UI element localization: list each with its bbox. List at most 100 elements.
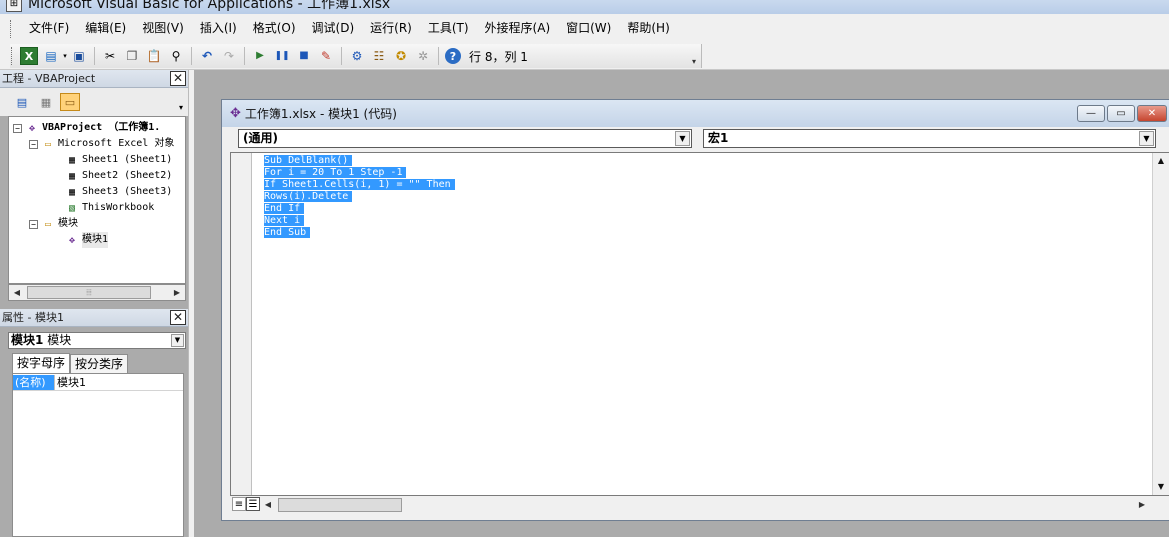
redo-icon[interactable]: ↷ (220, 47, 238, 65)
undo-icon[interactable]: ↶ (198, 47, 216, 65)
tree-item-sheet3[interactable]: ▦ Sheet3 (Sheet3) (65, 184, 172, 200)
properties-icon[interactable]: ☷ (370, 47, 388, 65)
menu-debug[interactable]: 调试(D) (304, 14, 363, 43)
code-line[interactable]: Next i (264, 215, 455, 227)
property-row[interactable]: (名称) 模块1 (13, 375, 183, 391)
tree-item-thisworkbook[interactable]: ▧ ThisWorkbook (65, 200, 154, 216)
collapse-icon[interactable]: − (13, 123, 22, 133)
menu-run[interactable]: 运行(R) (362, 14, 420, 43)
menu-file[interactable]: 文件(F) (21, 14, 77, 43)
menu-window[interactable]: 窗口(W) (558, 14, 619, 43)
chevron-down-icon[interactable]: ▼ (1139, 131, 1154, 146)
code-line[interactable]: Rows(i).Delete (264, 191, 455, 203)
design-mode-icon[interactable]: ✎ (317, 47, 335, 65)
maximize-icon[interactable]: ▭ (1107, 105, 1135, 122)
scrollbar-thumb[interactable] (278, 498, 402, 512)
insert-dropdown-icon[interactable]: ▾ (62, 47, 68, 65)
excel-icon[interactable]: X (20, 47, 38, 65)
view-object-icon[interactable]: ▦ (36, 93, 56, 111)
minimize-icon[interactable]: — (1077, 105, 1105, 122)
code-line[interactable]: If Sheet1.Cells(i, 1) = "" Then (264, 179, 455, 191)
tab-categorized[interactable]: 按分类序 (70, 354, 129, 373)
code-line[interactable]: Sub DelBlank() (264, 155, 455, 167)
scroll-down-icon[interactable]: ▼ (1153, 479, 1169, 495)
code-line[interactable]: End If (264, 203, 455, 215)
code-hscrollbar[interactable]: ◀ ▶ (260, 497, 1150, 513)
run-icon[interactable]: ▶ (251, 47, 269, 65)
help-icon[interactable]: ? (445, 48, 461, 64)
scroll-up-icon[interactable]: ▲ (1153, 153, 1169, 169)
object-browser-icon[interactable]: ✪ (392, 47, 410, 65)
close-icon[interactable]: ✕ (170, 310, 186, 325)
code-line[interactable]: For i = 20 To 1 Step -1 (264, 167, 455, 179)
tree-item-modules[interactable]: − ▭ 模块 (29, 216, 78, 232)
menu-grip[interactable] (10, 19, 13, 38)
tree-item-label: Sheet2 (Sheet2) (82, 170, 173, 181)
scroll-right-icon[interactable]: ▶ (169, 285, 185, 300)
collapse-icon[interactable]: − (29, 139, 38, 149)
close-icon[interactable]: ✕ (170, 71, 186, 86)
reset-icon[interactable]: ■ (295, 47, 313, 65)
copy-icon[interactable]: ❐ (123, 47, 141, 65)
tree-item-label: ThisWorkbook (82, 202, 155, 213)
tree-item-module1[interactable]: ✥ 模块1 (65, 232, 109, 248)
scrollbar-thumb[interactable]: ⦙⦙⦙ (27, 286, 151, 299)
worksheet-icon: ▦ (68, 170, 76, 182)
menu-help[interactable]: 帮助(H) (619, 14, 677, 43)
chevron-down-icon[interactable]: ▼ (171, 334, 184, 347)
tree-item-label: Sheet1 (Sheet1) (82, 154, 173, 165)
worksheet-icon: ▦ (68, 186, 76, 198)
tree-item-vbaproject[interactable]: − ✥ VBAProject （工作簿1. (13, 120, 160, 136)
procedure-combo[interactable]: 宏1 ▼ (703, 129, 1156, 148)
project-explorer-icon[interactable]: ⚙ (348, 47, 366, 65)
toolbar-grip[interactable] (11, 47, 14, 65)
project-toolbar-scroll-icon[interactable]: ▾ (176, 92, 186, 112)
code-line[interactable]: End Sub (264, 227, 455, 239)
vba-app-icon[interactable]: ⊞ (6, 0, 22, 12)
full-module-view-icon[interactable]: ☰ (246, 497, 260, 511)
tab-alphabetic[interactable]: 按字母序 (12, 353, 71, 373)
property-value[interactable]: 模块1 (55, 375, 86, 390)
margin-indicator-bar[interactable] (231, 153, 252, 495)
code-vscrollbar[interactable]: ▲ ▼ (1152, 153, 1169, 495)
tree-item-excel-objects[interactable]: − ▭ Microsoft Excel 对象 (29, 136, 174, 152)
save-icon[interactable]: ▣ (70, 47, 88, 65)
project-tree[interactable]: − ✥ VBAProject （工作簿1. − ▭ Microsoft Exce… (8, 116, 186, 284)
toolbar-options-icon[interactable]: ▾ (689, 46, 699, 66)
scroll-left-icon[interactable]: ◀ (9, 285, 25, 300)
procedure-view-icon[interactable]: ≡ (232, 497, 246, 511)
object-selector[interactable]: 模块1 模块 ▼ (8, 332, 186, 349)
close-icon[interactable]: ✕ (1137, 105, 1167, 122)
tree-item-label: 模块1 (82, 232, 109, 248)
scroll-left-icon[interactable]: ◀ (260, 497, 276, 513)
panel-splitter[interactable] (188, 70, 194, 537)
menu-format[interactable]: 格式(O) (245, 14, 304, 43)
menu-view[interactable]: 视图(V) (134, 14, 192, 43)
menu-addins[interactable]: 外接程序(A) (477, 14, 559, 43)
collapse-icon[interactable]: − (29, 219, 38, 229)
tree-item-sheet2[interactable]: ▦ Sheet2 (Sheet2) (65, 168, 172, 184)
module-icon: ✥ (68, 234, 76, 246)
cut-icon[interactable]: ✂ (101, 47, 119, 65)
paste-icon[interactable]: 📋 (145, 47, 163, 65)
menu-edit[interactable]: 编辑(E) (77, 14, 134, 43)
project-tree-hscrollbar[interactable]: ◀ ⦙⦙⦙ ▶ (8, 284, 186, 301)
find-icon[interactable]: ⚲ (167, 47, 185, 65)
chevron-down-icon[interactable]: ▼ (675, 131, 690, 146)
tree-item-sheet1[interactable]: ▦ Sheet1 (Sheet1) (65, 152, 172, 168)
properties-tabs: 按字母序 按分类序 (12, 353, 129, 373)
scroll-right-icon[interactable]: ▶ (1134, 497, 1150, 513)
object-combo-value: (通用) (243, 131, 278, 145)
insert-module-icon[interactable]: ▤ (42, 47, 60, 65)
object-combo[interactable]: (通用) ▼ (238, 129, 692, 148)
menu-insert[interactable]: 插入(I) (192, 14, 245, 43)
toggle-folders-icon[interactable]: ▭ (60, 93, 80, 111)
toolbox-icon[interactable]: ✲ (414, 47, 432, 65)
menu-tools[interactable]: 工具(T) (420, 14, 477, 43)
break-icon[interactable]: ❚❚ (273, 47, 291, 65)
code-editor[interactable]: Sub DelBlank() For i = 20 To 1 Step -1 I… (230, 152, 1169, 496)
view-code-icon[interactable]: ▤ (12, 93, 32, 111)
cursor-position: 行 8，列 1 (469, 49, 528, 64)
title-bar: ⊞ Microsoft Visual Basic for Application… (0, 0, 1169, 14)
code-lines[interactable]: Sub DelBlank() For i = 20 To 1 Step -1 I… (264, 155, 455, 239)
